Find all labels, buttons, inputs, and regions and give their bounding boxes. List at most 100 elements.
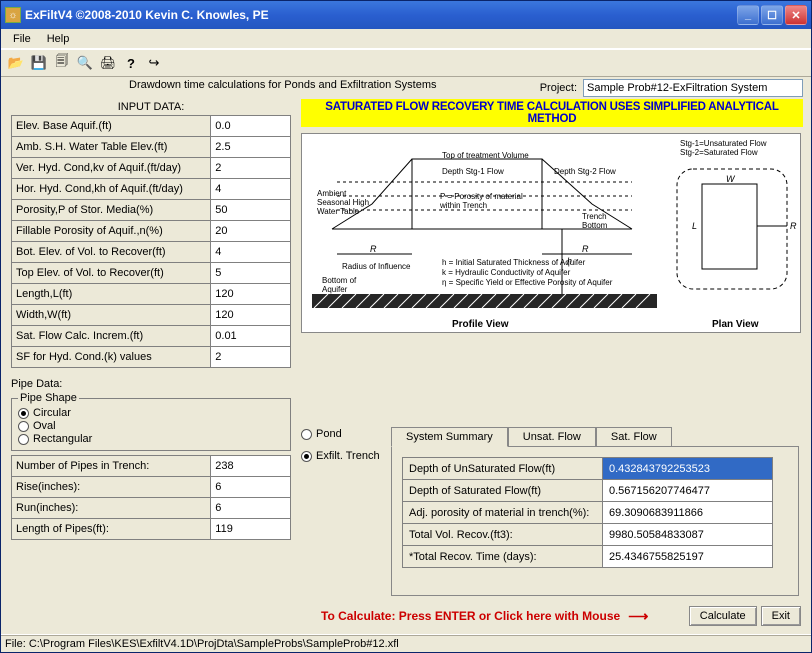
radio-icon [301, 451, 312, 462]
copy-icon[interactable]: 🗐 [51, 52, 73, 74]
result-row: Depth of UnSaturated Flow(ft)0.432843792… [403, 458, 773, 480]
result-row: *Total Recov. Time (days):25.43467558251… [403, 546, 773, 568]
input-row: Fillable Porosity of Aquif.,n(%)20 [12, 221, 291, 242]
radio-pond[interactable]: Pond [301, 428, 380, 440]
diagram: R R h W L R Top of treatment Volume Dept… [301, 133, 801, 333]
input-label-cell: Width,W(ft) [12, 305, 211, 326]
diagram-label: h = Initial Saturated Thickness of Aquif… [442, 258, 642, 267]
pipe-value-cell[interactable]: 6 [211, 477, 291, 498]
input-label-cell: Bot. Elev. of Vol. to Recover(ft) [12, 242, 211, 263]
pipe-label-cell: Number of Pipes in Trench: [12, 456, 211, 477]
input-row: Amb. S.H. Water Table Elev.(ft)2.5 [12, 137, 291, 158]
input-value-cell[interactable]: 2 [211, 158, 291, 179]
diagram-label: Bottom of Aquifer [322, 276, 372, 294]
pipe-shape-circular-label: Circular [33, 407, 71, 419]
input-label-cell: Amb. S.H. Water Table Elev.(ft) [12, 137, 211, 158]
pipe-shape-circular[interactable]: Circular [18, 407, 284, 419]
diagram-label: Top of treatment Volume [442, 151, 529, 160]
pipe-row: Run(inches):6 [12, 498, 291, 519]
input-row: Width,W(ft)120 [12, 305, 291, 326]
save-icon[interactable]: 💾 [28, 52, 50, 74]
maximize-button[interactable]: ☐ [761, 5, 783, 25]
diagram-label: Trench Bottom [582, 212, 632, 230]
input-value-cell[interactable]: 5 [211, 263, 291, 284]
result-value-cell[interactable]: 69.3090683911866 [603, 502, 773, 524]
pipe-label-cell: Length of Pipes(ft): [12, 519, 211, 540]
tab-unsat-flow[interactable]: Unsat. Flow [508, 427, 596, 446]
statusbar: File: C:\Program Files\KES\ExfiltV4.1D\P… [1, 634, 811, 652]
svg-text:W: W [726, 174, 736, 184]
input-row: Ver. Hyd. Cond,kv of Aquif.(ft/day)2 [12, 158, 291, 179]
exit-button[interactable]: Exit [761, 606, 801, 626]
input-value-cell[interactable]: 0.0 [211, 116, 291, 137]
radio-exfilt-trench[interactable]: Exfilt. Trench [301, 450, 380, 462]
pipe-value-cell[interactable]: 119 [211, 519, 291, 540]
input-value-cell[interactable]: 4 [211, 179, 291, 200]
input-label-cell: Sat. Flow Calc. Increm.(ft) [12, 326, 211, 347]
result-value-cell[interactable]: 9980.50584833087 [603, 524, 773, 546]
input-data-label: INPUT DATA: [11, 101, 291, 113]
result-value-cell[interactable]: 25.4346755825197 [603, 546, 773, 568]
radio-pond-label: Pond [316, 428, 342, 440]
minimize-button[interactable]: _ [737, 5, 759, 25]
input-value-cell[interactable]: 120 [211, 305, 291, 326]
input-value-cell[interactable]: 0.01 [211, 326, 291, 347]
diagram-label: Stg-1=Unsaturated Flow Stg-2=Saturated F… [680, 139, 800, 157]
pipe-row: Number of Pipes in Trench:238 [12, 456, 291, 477]
input-value-cell[interactable]: 4 [211, 242, 291, 263]
result-grid: Depth of UnSaturated Flow(ft)0.432843792… [402, 457, 773, 568]
calculate-button[interactable]: Calculate [689, 606, 757, 626]
pipe-shape-rectangular[interactable]: Rectangular [18, 433, 284, 445]
result-row: Depth of Saturated Flow(ft)0.56715620774… [403, 480, 773, 502]
input-label-cell: Top Elev. of Vol. to Recover(ft) [12, 263, 211, 284]
project-input[interactable] [583, 79, 803, 97]
menu-help[interactable]: Help [39, 31, 78, 47]
input-row: Bot. Elev. of Vol. to Recover(ft)4 [12, 242, 291, 263]
input-label-cell: Porosity,P of Stor. Media(%) [12, 200, 211, 221]
diagram-label: Depth Stg-2 Flow [554, 167, 616, 176]
pipe-shape-oval-label: Oval [33, 420, 56, 432]
close-button[interactable]: ✕ [785, 5, 807, 25]
svg-text:R: R [582, 244, 589, 254]
diagram-label: Depth Stg-1 Flow [442, 167, 504, 176]
radio-icon [18, 434, 29, 445]
pipe-shape-oval[interactable]: Oval [18, 420, 284, 432]
input-value-cell[interactable]: 20 [211, 221, 291, 242]
calculate-row: To Calculate: Press ENTER or Click here … [321, 606, 801, 626]
tab-system-summary[interactable]: System Summary [391, 427, 508, 447]
help-icon[interactable]: ? [120, 52, 142, 74]
result-label-cell: *Total Recov. Time (days): [403, 546, 603, 568]
result-row: Adj. porosity of material in trench(%):6… [403, 502, 773, 524]
input-value-cell[interactable]: 2 [211, 347, 291, 368]
right-column: Project: SATURATED FLOW RECOVERY TIME CA… [301, 79, 803, 333]
result-label-cell: Adj. porosity of material in trench(%): [403, 502, 603, 524]
input-row: Porosity,P of Stor. Media(%)50 [12, 200, 291, 221]
pipe-data-label: Pipe Data: [11, 378, 291, 390]
pipe-shape-legend: Pipe Shape [18, 392, 79, 404]
tab-panel: Depth of UnSaturated Flow(ft)0.432843792… [391, 446, 799, 596]
open-icon[interactable]: 📂 [5, 52, 27, 74]
diagram-label: k = Hydraulic Conductivity of Aquifer [442, 268, 642, 277]
left-column: INPUT DATA: Elev. Base Aquif.(ft)0.0Amb.… [11, 101, 291, 540]
input-value-cell[interactable]: 50 [211, 200, 291, 221]
print-icon[interactable]: 🖨 [97, 52, 119, 74]
method-banner: SATURATED FLOW RECOVERY TIME CALCULATION… [301, 99, 803, 127]
result-value-cell[interactable]: 0.567156207746477 [603, 480, 773, 502]
tab-sat-flow[interactable]: Sat. Flow [596, 427, 672, 446]
content-area: Drawdown time calculations for Ponds and… [1, 77, 811, 634]
input-value-cell[interactable]: 120 [211, 284, 291, 305]
input-value-cell[interactable]: 2.5 [211, 137, 291, 158]
radio-icon [18, 421, 29, 432]
pipe-value-cell[interactable]: 238 [211, 456, 291, 477]
search-icon[interactable]: 🔍 [74, 52, 96, 74]
menu-file[interactable]: File [5, 31, 39, 47]
result-value-cell[interactable]: 0.432843792253523 [603, 458, 773, 480]
exit-icon[interactable]: ↪ [143, 52, 165, 74]
svg-text:R: R [370, 244, 377, 254]
pipe-row: Rise(inches):6 [12, 477, 291, 498]
pipe-value-cell[interactable]: 6 [211, 498, 291, 519]
plan-caption: Plan View [712, 319, 759, 330]
diagram-label: Radius of Influence [342, 262, 411, 271]
diagram-label: η = Specific Yield or Effective Porosity… [442, 278, 652, 287]
toolbar: 📂 💾 🗐 🔍 🖨 ? ↪ [1, 49, 811, 77]
